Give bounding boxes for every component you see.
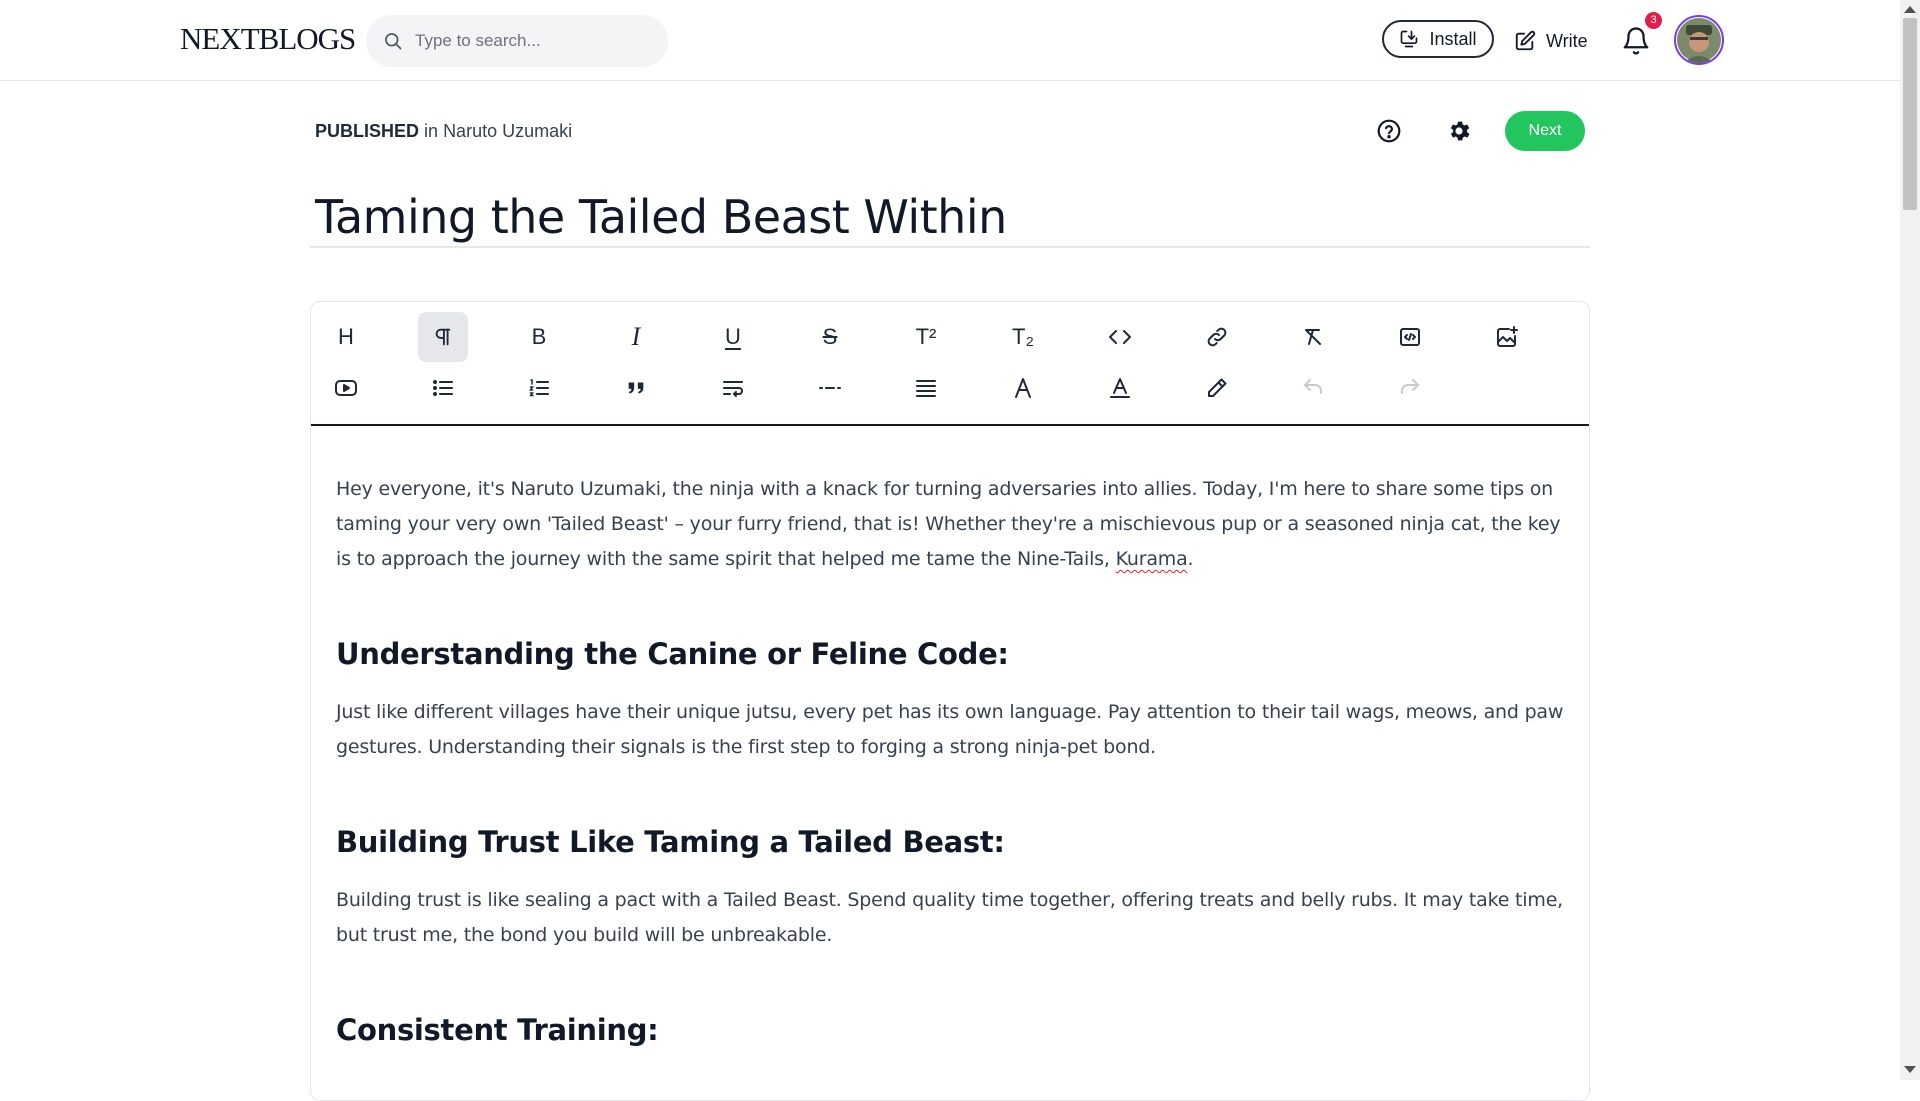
search-input[interactable] bbox=[413, 30, 647, 52]
heading-icon: H bbox=[338, 324, 354, 349]
horizontal-rule-button[interactable] bbox=[805, 363, 855, 413]
section-heading[interactable]: Understanding the Canine or Feline Code: bbox=[336, 637, 1566, 671]
editor-content[interactable]: Hey everyone, it's Naruto Uzumaki, the n… bbox=[336, 472, 1566, 1047]
paragraph-button[interactable] bbox=[418, 312, 468, 362]
bullet-list-button[interactable] bbox=[418, 363, 468, 413]
quote-icon bbox=[628, 382, 644, 394]
scroll-up-arrow-icon[interactable] bbox=[1904, 6, 1916, 13]
section-heading[interactable]: Consistent Training: bbox=[336, 1013, 1566, 1047]
code-button[interactable] bbox=[1095, 312, 1145, 362]
install-label: Install bbox=[1429, 28, 1477, 49]
image-add-icon bbox=[1497, 326, 1518, 347]
code-icon bbox=[1109, 330, 1131, 344]
ordered-list-button[interactable] bbox=[514, 363, 564, 413]
superscript-button[interactable]: T² bbox=[901, 312, 951, 362]
top-navbar: NEXTBLOGS Install Write 3 bbox=[0, 0, 1900, 81]
avatar-image bbox=[1677, 18, 1721, 63]
scroll-down-arrow-icon[interactable] bbox=[1904, 1066, 1916, 1073]
bold-button[interactable]: B bbox=[514, 312, 564, 362]
blockquote-button[interactable] bbox=[611, 363, 661, 413]
font-size-button[interactable] bbox=[998, 363, 1048, 413]
avatar[interactable] bbox=[1674, 15, 1724, 65]
intro-paragraph[interactable]: Hey everyone, it's Naruto Uzumaki, the n… bbox=[336, 472, 1566, 577]
bullet-list-icon bbox=[433, 380, 453, 396]
rich-text-editor: H B I U S T² T₂ Hey everyone, it's Narut… bbox=[310, 301, 1590, 1101]
text-color-icon bbox=[1110, 378, 1130, 398]
hard-break-button[interactable] bbox=[708, 363, 758, 413]
link-button[interactable] bbox=[1192, 312, 1242, 362]
text-wrap-icon bbox=[723, 381, 743, 397]
publish-status: PUBLISHED in Naruto Uzumaki bbox=[315, 121, 572, 142]
notification-badge: 3 bbox=[1645, 12, 1662, 29]
site-logo[interactable]: NEXTBLOGS bbox=[180, 22, 356, 56]
clear-format-icon bbox=[1305, 329, 1321, 345]
horizontal-rule-icon bbox=[819, 387, 841, 389]
redo-button[interactable] bbox=[1385, 363, 1435, 413]
italic-icon: I bbox=[631, 322, 641, 351]
code-block-icon bbox=[1400, 328, 1420, 346]
paragraph-icon bbox=[435, 328, 451, 346]
status-in: in bbox=[424, 121, 439, 141]
underline-icon: U bbox=[725, 324, 741, 349]
code-block-button[interactable] bbox=[1385, 312, 1435, 362]
status-label: PUBLISHED bbox=[315, 121, 420, 141]
intro-end: . bbox=[1187, 548, 1194, 570]
strikethrough-icon: S bbox=[822, 324, 838, 349]
ordered-list-icon bbox=[529, 379, 549, 397]
write-label: Write bbox=[1546, 30, 1588, 51]
install-icon bbox=[1401, 30, 1418, 48]
section-paragraph[interactable]: Just like different villages have their … bbox=[336, 695, 1566, 765]
insert-image-button[interactable] bbox=[1482, 312, 1532, 362]
undo-icon bbox=[1304, 379, 1322, 394]
post-title[interactable]: Taming the Tailed Beast Within bbox=[315, 190, 1007, 244]
subscript-button[interactable]: T₂ bbox=[998, 312, 1048, 362]
help-icon[interactable] bbox=[1376, 118, 1402, 144]
bold-icon: B bbox=[531, 324, 547, 349]
write-button[interactable]: Write bbox=[1514, 26, 1588, 56]
italic-button[interactable]: I bbox=[611, 312, 661, 362]
misspelled-word[interactable]: Kurama bbox=[1116, 548, 1188, 570]
write-icon bbox=[1515, 30, 1536, 51]
post-title-field[interactable]: Taming the Tailed Beast Within bbox=[310, 182, 1590, 248]
section-paragraph[interactable]: Building trust is like sealing a pact wi… bbox=[336, 883, 1566, 953]
font-size-icon bbox=[1015, 378, 1031, 398]
pencil-icon bbox=[1208, 378, 1227, 397]
bell-icon[interactable] bbox=[1621, 26, 1651, 56]
heading-button[interactable]: H bbox=[321, 312, 371, 362]
align-button[interactable] bbox=[901, 363, 951, 413]
publication-name: Naruto Uzumaki bbox=[443, 121, 573, 141]
gear-icon[interactable] bbox=[1446, 118, 1472, 144]
highlight-button[interactable] bbox=[1192, 363, 1242, 413]
youtube-icon bbox=[335, 380, 357, 396]
superscript-icon: T² bbox=[915, 324, 937, 349]
link-icon bbox=[1207, 327, 1227, 347]
scrollbar-thumb[interactable] bbox=[1903, 18, 1917, 210]
text-color-button[interactable] bbox=[1095, 363, 1145, 413]
clear-format-button[interactable] bbox=[1288, 312, 1338, 362]
subscript-icon: T₂ bbox=[1012, 324, 1034, 349]
align-justify-icon bbox=[916, 380, 936, 397]
search-icon bbox=[385, 33, 402, 50]
youtube-button[interactable] bbox=[321, 363, 371, 413]
intro-text: Hey everyone, it's Naruto Uzumaki, the n… bbox=[336, 478, 1561, 570]
underline-button[interactable]: U bbox=[708, 312, 758, 362]
redo-icon bbox=[1401, 379, 1419, 394]
section-heading[interactable]: Building Trust Like Taming a Tailed Beas… bbox=[336, 825, 1566, 859]
install-button[interactable]: Install bbox=[1382, 20, 1494, 58]
next-button[interactable]: Next bbox=[1505, 111, 1585, 151]
undo-button[interactable] bbox=[1288, 363, 1338, 413]
search-box[interactable] bbox=[366, 15, 668, 67]
editor-toolbar: H B I U S T² T₂ bbox=[311, 302, 1589, 426]
strikethrough-button[interactable]: S bbox=[805, 312, 855, 362]
